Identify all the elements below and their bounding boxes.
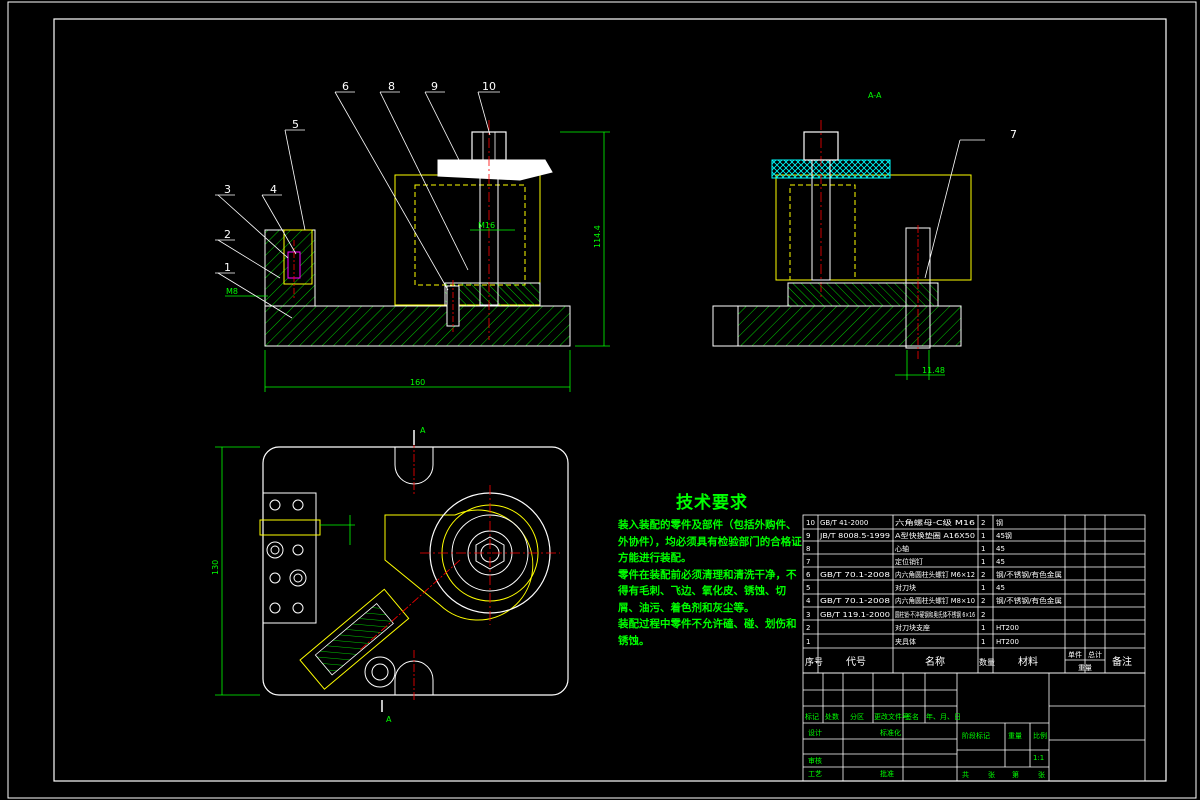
title-block [802,672,1146,782]
balloon-1: 1 [224,261,231,274]
tech-req-line-1: 装入装配的零件及部件（包括外购件、外协件），均必须具有检验部门的合格证方能进行装… [618,519,802,564]
section-knurl [771,159,891,179]
section-title: A-A [868,91,882,100]
balloon-5: 5 [292,118,299,131]
tech-req-line-3: 装配过程中零件不允许磕、碰、划伤和锈蚀。 [618,618,797,647]
balloon-4: 4 [270,183,277,196]
tech-req-line-2: 零件在装配前必须清理和清洗干净，不得有毛刺、飞边、氧化皮、锈蚀、切屑、油污、着色… [618,568,797,614]
outer-border [7,1,1197,799]
cad-drawing-sheet: 1 2 3 4 5 6 8 9 10 7 160 114.4 130 11.48… [7,1,1197,799]
dim-bolt: M16 [478,221,495,230]
dim-overall-height: 114.4 [593,225,602,248]
balloon-3: 3 [224,183,231,196]
dim-plan-width: 130 [211,560,220,575]
quick-washer [437,159,553,181]
balloon-9: 9 [431,80,438,93]
parts-list [802,514,1146,674]
tech-req-title: 技术要求 [676,493,748,513]
tech-req-body: 装入装配的零件及部件（包括外购件、外协件），均必须具有检验部门的合格证方能进行装… [618,517,804,649]
cut-mark-bottom: A [386,715,392,724]
balloon-6: 6 [342,80,349,93]
cut-mark-top: A [420,426,426,435]
dim-small: M8 [226,287,238,296]
base-body [264,305,571,347]
dim-overall-length: 160 [410,378,425,387]
plan-view [215,430,569,712]
section-mandrel-base [787,282,939,307]
balloon-8: 8 [388,80,395,93]
mandrel-inner [414,184,526,286]
balloon-10: 10 [482,80,496,93]
balloon-labels: 1 2 3 4 5 6 8 9 10 7 [224,80,1017,274]
balloon-7: 7 [1010,128,1017,141]
balloon-2: 2 [224,228,231,241]
inner-border [53,18,1167,782]
front-view [215,91,610,392]
workpiece-outline [384,509,534,621]
section-view [712,120,985,380]
dim-side-offset: 11.48 [922,366,945,375]
plan-cutter-support [262,492,317,624]
dimension-labels: 160 114.4 130 11.48 M16 M8 [211,221,945,575]
section-housing [775,174,972,281]
section-base [712,305,962,347]
